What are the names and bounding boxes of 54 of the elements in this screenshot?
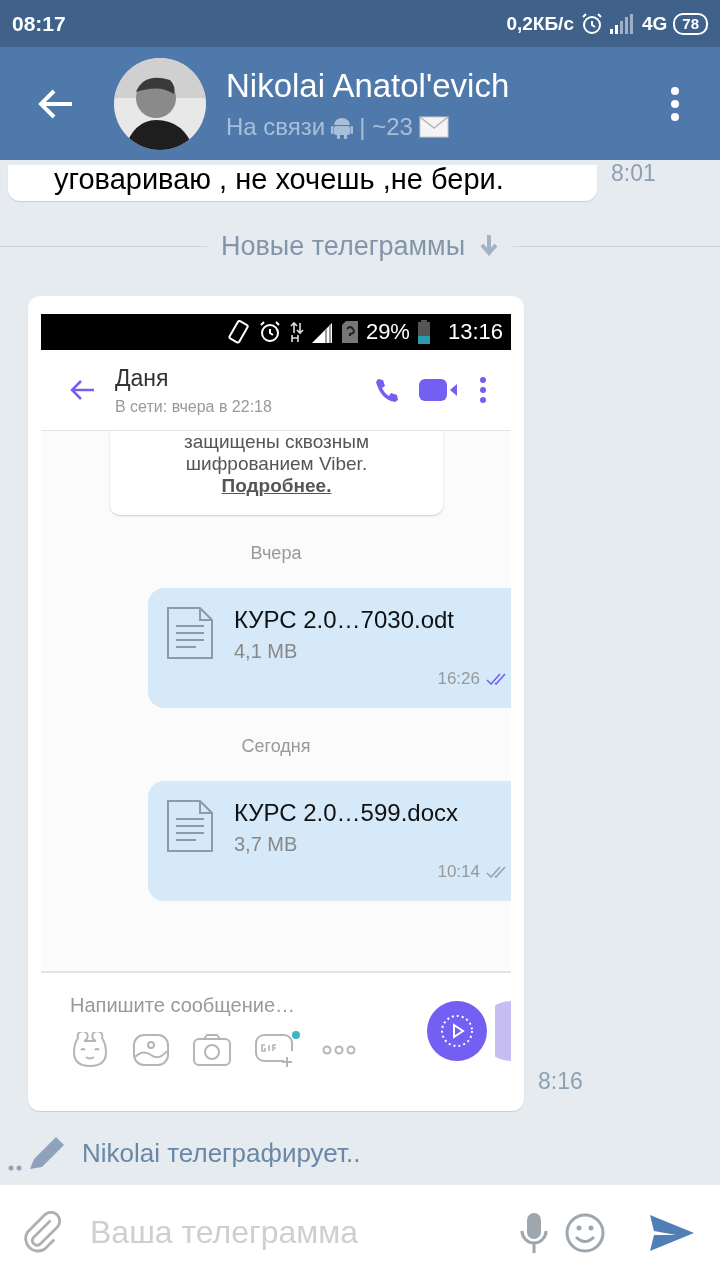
contact-name: Даня — [115, 364, 170, 392]
video-message-button[interactable] — [427, 1001, 487, 1061]
back-arrow-icon[interactable] — [69, 379, 95, 401]
video-call-icon[interactable] — [419, 378, 459, 402]
file-size: 4,1 MB — [234, 640, 299, 663]
network-speed: 0,2КБ/с — [506, 12, 574, 35]
message-time: 8:16 — [538, 1068, 583, 1096]
notice-text: защищены сквозным — [184, 431, 369, 453]
signal-icon — [609, 13, 636, 34]
sim-card-icon — [341, 321, 358, 343]
message-time: 10:14 — [437, 862, 480, 882]
more-options-icon[interactable] — [670, 85, 680, 122]
phone-icon[interactable] — [373, 377, 399, 403]
network-type: 4G — [641, 12, 668, 35]
envelope-icon — [418, 115, 449, 138]
signal-icon — [311, 321, 334, 343]
file-name: КУРС 2.0…599.docx — [234, 799, 459, 827]
more-link[interactable]: Подробнее. — [221, 475, 332, 497]
date-label: Сегодня — [241, 736, 311, 757]
document-icon — [166, 799, 214, 853]
image-message[interactable]: 29% 13:16 Даня В сети: вчера в 22:18 защищены сквозным шифрованием Viber. Подробнее. Вчера КУРС 2.0…7030.odt 4,1 MB 16:26 Сегодня КУРС 2.0…599.docx 3,7 MB 10:14 Напишите сообщение… — [28, 296, 524, 1111]
rotate-phone-icon — [227, 320, 250, 344]
clock-time: 08:17 — [12, 11, 66, 36]
more-icon[interactable] — [322, 1044, 356, 1055]
more-options-icon[interactable] — [479, 377, 487, 403]
contact-name: Nikolai Anatol'evich — [226, 66, 511, 105]
emoji-icon[interactable] — [564, 1211, 606, 1254]
online-status: На связи — [226, 112, 326, 141]
message-time: 8:01 — [611, 160, 656, 188]
message-text: уговариваю , не хочешь ,не бери. — [54, 163, 504, 195]
online-status: В сети: вчера в 22:18 — [115, 397, 273, 416]
send-icon[interactable] — [650, 1214, 694, 1251]
document-icon — [166, 606, 214, 660]
camera-icon[interactable] — [192, 1032, 232, 1067]
battery-icon — [417, 320, 430, 344]
battery-level: 78 — [673, 12, 708, 35]
file-size: 3,7 MB — [234, 833, 299, 856]
new-messages-label: Новые телеграммы — [220, 231, 466, 262]
file-name: КУРС 2.0…7030.odt — [234, 606, 456, 634]
sticker-icon[interactable] — [70, 1031, 110, 1068]
battery-percent: 29% — [365, 319, 410, 345]
message-time: 16:26 — [437, 669, 480, 689]
date-label: Вчера — [250, 543, 302, 564]
attachment-icon[interactable] — [24, 1210, 64, 1255]
file-message[interactable]: КУРС 2.0…7030.odt 4,1 MB 16:26 — [148, 588, 511, 708]
file-message[interactable]: КУРС 2.0…599.docx 3,7 MB 10:14 — [148, 781, 511, 901]
notice-text: шифрованием Viber. — [185, 453, 368, 475]
microphone-icon[interactable] — [520, 1212, 548, 1253]
image-icon[interactable] — [132, 1032, 170, 1067]
clock-time: 13:16 — [447, 319, 503, 345]
message-counter: | ~23 — [359, 112, 413, 141]
gif-icon[interactable] — [254, 1030, 300, 1069]
data-transfer-icon — [289, 321, 304, 343]
typing-status: Nikolai телеграфирует.. — [82, 1137, 361, 1169]
